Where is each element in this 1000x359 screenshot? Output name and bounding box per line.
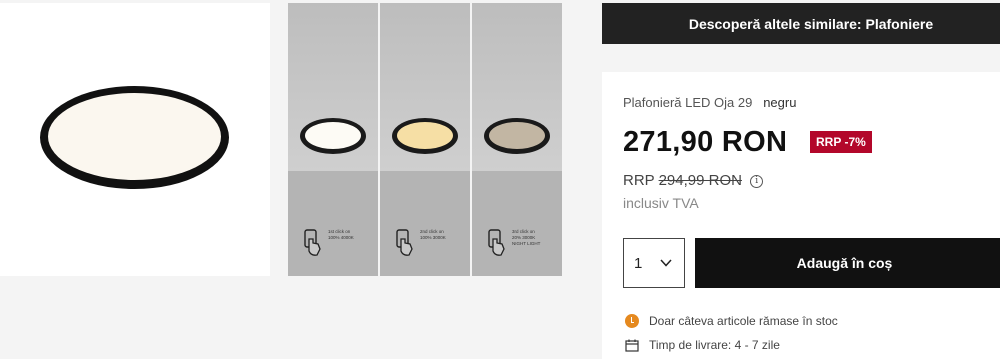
product-info-panel: Plafonieră LED Oja 29 negru 271,90 RON R… xyxy=(602,72,1000,359)
main-product-image[interactable] xyxy=(0,3,270,276)
chevron-down-icon xyxy=(660,259,672,267)
info-icon[interactable]: i xyxy=(750,175,764,188)
lamp-light xyxy=(305,122,361,149)
gallery-thumbnail-2[interactable]: 2nd click on 100% 3000K xyxy=(380,3,470,276)
thumbnail-caption: 2nd click on 100% 3000K xyxy=(420,229,446,240)
delivery-text: Timp de livrare: 4 - 7 zile xyxy=(649,338,780,352)
ceiling-lamp-image xyxy=(40,86,229,189)
thumbnail-caption: 1st click on 100% 4000K xyxy=(328,229,354,240)
hand-pointer-icon xyxy=(304,229,321,256)
product-price: 271,90 RON xyxy=(623,126,788,158)
thumbnail-caption: 3rd click on 20% 3000K NIGHT LIGHT xyxy=(512,229,541,246)
rrp-label: RRP xyxy=(623,172,655,189)
rrp-price-line: RRP 294,99 RON i xyxy=(623,172,764,189)
product-title: Plafonieră LED Oja 29 negru xyxy=(623,95,797,110)
quantity-value: 1 xyxy=(634,254,643,272)
lamp-image xyxy=(392,118,458,154)
lamp-light xyxy=(489,122,545,149)
similar-products-label: Descoperă altele similare: Plafoniere xyxy=(688,15,934,32)
discount-badge: RRP -7% xyxy=(810,131,872,153)
lamp-image xyxy=(300,118,366,154)
rrp-old-price: 294,99 RON xyxy=(658,172,742,189)
gallery-thumbnail-3[interactable]: 3rd click on 20% 3000K NIGHT LIGHT xyxy=(472,3,562,276)
quantity-select[interactable]: 1 xyxy=(623,238,685,288)
lamp-image xyxy=(484,118,550,154)
stock-status: Doar câteva articole rămase în stoc xyxy=(625,314,838,328)
calendar-icon xyxy=(625,339,639,352)
add-to-cart-button[interactable]: Adaugă în coș xyxy=(695,238,1000,288)
delivery-time: Timp de livrare: 4 - 7 zile xyxy=(625,338,780,352)
gallery-thumbnail-1[interactable]: 1st click on 100% 4000K xyxy=(288,3,378,276)
stock-warning-icon xyxy=(625,314,639,328)
lamp-light xyxy=(397,122,453,149)
similar-products-link[interactable]: Descoperă altele similare: Plafoniere xyxy=(602,3,1000,44)
product-variant: negru xyxy=(763,95,797,110)
stock-text: Doar câteva articole rămase în stoc xyxy=(649,314,838,328)
vat-note: inclusiv TVA xyxy=(623,195,699,211)
hand-pointer-icon xyxy=(396,229,413,256)
hand-pointer-icon xyxy=(488,229,505,256)
